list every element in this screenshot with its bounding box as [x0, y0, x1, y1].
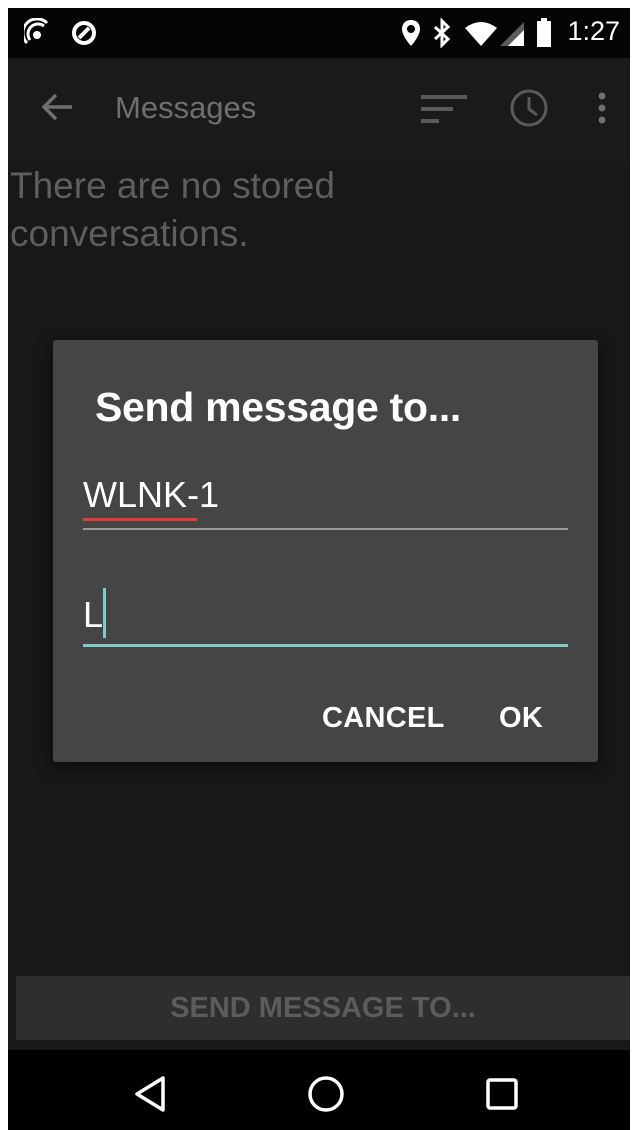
message-value: L — [83, 594, 104, 635]
sort-icon[interactable] — [421, 92, 469, 131]
location-icon — [400, 18, 422, 53]
status-clock: 1:27 — [567, 16, 620, 46]
recents-square-icon[interactable] — [484, 1074, 520, 1119]
more-vert-icon[interactable] — [597, 92, 607, 131]
text-cursor — [103, 588, 106, 638]
battery-icon — [536, 18, 552, 53]
message-field[interactable]: L — [83, 588, 568, 650]
spellcheck-underline — [83, 518, 197, 521]
status-bar: 1:27 — [8, 8, 630, 58]
signal-icon — [498, 20, 526, 53]
send-message-dialog: Send message to... WLNK-1 L CANCEL OK — [53, 340, 598, 762]
ok-button[interactable]: OK — [499, 702, 543, 735]
navigation-bar — [8, 1050, 630, 1130]
dialog-title: Send message to... — [95, 384, 462, 430]
page-title: Messages — [115, 90, 257, 125]
arrow-left-icon[interactable] — [40, 92, 74, 127]
app-bar: Messages — [8, 58, 630, 162]
recipient-value: WLNK-1 — [83, 474, 220, 515]
recipient-field[interactable]: WLNK-1 — [83, 474, 568, 530]
message-underline — [83, 644, 568, 647]
wifi-icon — [463, 20, 499, 53]
send-message-to-button[interactable]: SEND MESSAGE TO... — [16, 976, 630, 1040]
cancel-button[interactable]: CANCEL — [322, 702, 445, 735]
home-circle-icon[interactable] — [306, 1074, 346, 1119]
shield-icon — [70, 18, 98, 53]
phone-screen: 1:27 Messages There are no stored conver… — [8, 8, 630, 1130]
back-triangle-icon[interactable] — [132, 1074, 168, 1119]
recipient-underline — [83, 528, 568, 530]
hotspot-icon — [21, 17, 54, 53]
clock-icon[interactable] — [509, 88, 549, 133]
empty-state-message: There are no stored conversations. — [10, 165, 335, 254]
bluetooth-icon — [432, 17, 452, 53]
